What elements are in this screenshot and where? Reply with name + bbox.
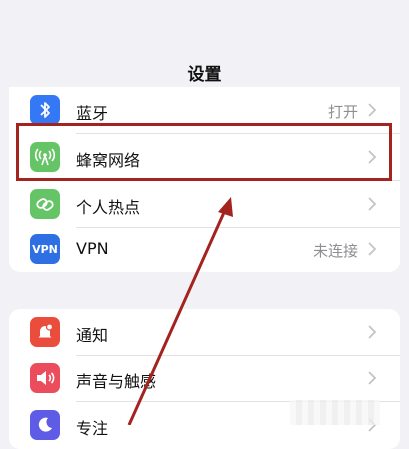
annotation-arrow-icon	[127, 197, 233, 425]
